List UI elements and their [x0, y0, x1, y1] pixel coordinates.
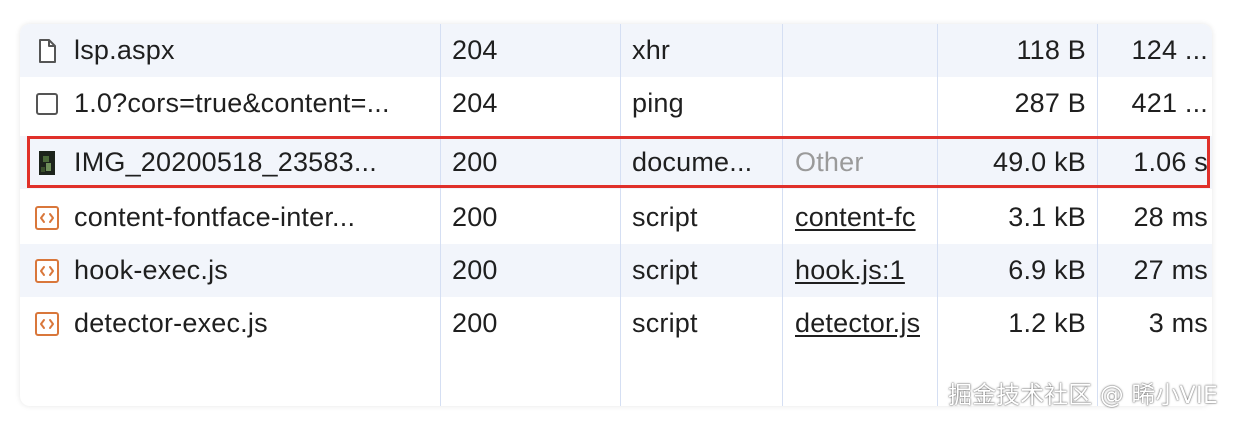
status-cell: 200: [452, 147, 498, 177]
table-row[interactable]: 1.0?cors=true&content=... 204 ping 287 B…: [20, 77, 1212, 130]
table-row[interactable]: lsp.aspx 204 xhr 118 B 124 ...: [20, 24, 1212, 77]
name-cell: detector-exec.js: [34, 297, 436, 350]
size-cell: 118 B: [1016, 35, 1086, 65]
script-icon: [35, 205, 59, 230]
initiator-cell: content-fc: [795, 191, 937, 244]
initiator-cell: [795, 24, 937, 77]
time-text: 421 ...: [1131, 88, 1208, 118]
network-panel: lsp.aspx 204 xhr 118 B 124 ... 1.0?cors=…: [20, 24, 1212, 406]
type-cell: script: [632, 244, 784, 297]
type-text: docume...: [632, 147, 753, 177]
status-cell: 200: [452, 202, 498, 232]
table-row[interactable]: hook-exec.js 200 script hook.js:1 6.9 kB…: [20, 244, 1212, 297]
type-text: script: [632, 202, 698, 232]
time-cell: 124 ...: [1108, 24, 1208, 77]
request-name: hook-exec.js: [74, 255, 228, 285]
watermark-text: 掘金技术社区 @ 晞小VIE: [948, 381, 1218, 409]
request-name: 1.0?cors=true&content=...: [74, 88, 390, 118]
size-cell: 49.0 kB: [993, 147, 1086, 177]
status-cell: 204: [452, 35, 498, 65]
document-icon: [39, 38, 56, 63]
status-cell: 200: [452, 255, 498, 285]
table-row[interactable]: content-fontface-inter... 200 script con…: [20, 191, 1212, 244]
time-text: 124 ...: [1131, 35, 1208, 65]
table-row[interactable]: detector-exec.js 200 script detector.js …: [20, 297, 1212, 350]
request-name: lsp.aspx: [74, 35, 175, 65]
script-icon: [35, 311, 59, 336]
column-divider[interactable]: [937, 24, 938, 406]
initiator-cell: hook.js:1: [795, 244, 937, 297]
type-text: ping: [632, 88, 684, 118]
name-cell: lsp.aspx: [34, 24, 436, 77]
size-cell: 6.9 kB: [1008, 255, 1086, 285]
type-cell: docume...: [632, 136, 784, 189]
name-cell: hook-exec.js: [34, 244, 436, 297]
initiator-link[interactable]: content-fc: [795, 191, 916, 244]
size-cell: 287 B: [1014, 88, 1086, 118]
type-cell: script: [632, 297, 784, 350]
time-text: 27 ms: [1133, 255, 1208, 285]
time-cell: 3 ms: [1108, 297, 1208, 350]
column-divider[interactable]: [440, 24, 441, 406]
size-cell: 1.2 kB: [1008, 308, 1086, 338]
time-cell: 27 ms: [1108, 244, 1208, 297]
time-cell: 421 ...: [1108, 77, 1208, 130]
status-cell: 204: [452, 88, 498, 118]
type-cell: xhr: [632, 24, 784, 77]
checkbox-icon: [36, 92, 58, 115]
type-text: xhr: [632, 35, 671, 65]
request-name: content-fontface-inter...: [74, 202, 356, 232]
type-cell: script: [632, 191, 784, 244]
time-text: 1.06 s: [1133, 147, 1208, 177]
initiator-cell: Other: [795, 147, 864, 177]
initiator-link[interactable]: detector.js: [795, 297, 920, 350]
type-cell: ping: [632, 77, 784, 130]
type-text: script: [632, 255, 698, 285]
column-divider[interactable]: [782, 24, 783, 406]
image-thumbnail-icon: [39, 150, 55, 175]
initiator-cell: [795, 77, 937, 130]
initiator-cell: detector.js: [795, 297, 937, 350]
name-cell: 1.0?cors=true&content=...: [34, 77, 436, 130]
name-cell: content-fontface-inter...: [34, 191, 436, 244]
request-name: detector-exec.js: [74, 308, 268, 338]
time-text: 28 ms: [1133, 202, 1208, 232]
name-cell: IMG_20200518_23583...: [34, 136, 436, 189]
column-divider[interactable]: [620, 24, 621, 406]
initiator-link[interactable]: hook.js:1: [795, 244, 905, 297]
time-cell: 28 ms: [1108, 191, 1208, 244]
status-cell: 200: [452, 308, 498, 338]
time-text: 3 ms: [1148, 308, 1208, 338]
request-name: IMG_20200518_23583...: [74, 147, 377, 177]
table-row[interactable]: IMG_20200518_23583... 200 docume... Othe…: [20, 136, 1212, 189]
type-text: script: [632, 308, 698, 338]
column-divider[interactable]: [1097, 24, 1098, 406]
time-cell: 1.06 s: [1108, 136, 1208, 189]
size-cell: 3.1 kB: [1008, 202, 1086, 232]
script-icon: [35, 258, 59, 283]
